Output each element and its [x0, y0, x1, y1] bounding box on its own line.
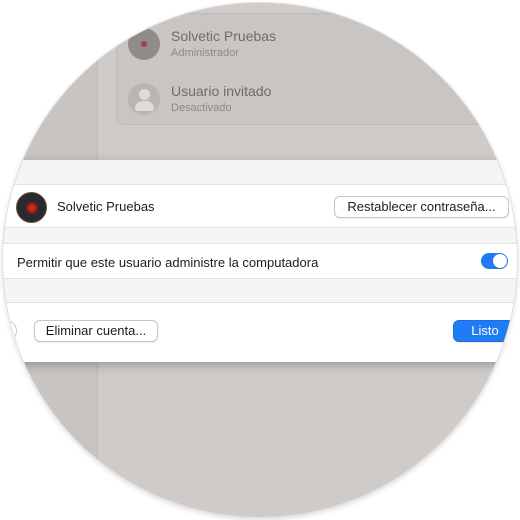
admin-permission-row: Permitir que este usuario administre la … — [3, 243, 517, 279]
done-button[interactable]: Listo — [453, 320, 517, 342]
guest-avatar-icon — [128, 83, 160, 115]
help-button[interactable]: ? — [3, 320, 17, 342]
avatar[interactable] — [16, 192, 47, 223]
reset-password-button[interactable]: Restablecer contraseña... — [334, 196, 509, 218]
avatar — [128, 28, 160, 60]
background-user-guest[interactable]: Usuario invitado Desactivado — [128, 83, 271, 115]
user-details-sheet: Solvetic Pruebas Restablecer contraseña.… — [3, 160, 517, 362]
user-row: Solvetic Pruebas Restablecer contraseña.… — [3, 184, 517, 228]
user-name: Solvetic Pruebas — [171, 28, 277, 44]
user-name: Usuario invitado — [171, 83, 272, 99]
background-user-admin[interactable]: Solvetic Pruebas Administrador — [128, 28, 276, 60]
delete-account-button[interactable]: Eliminar cuenta... — [34, 320, 158, 342]
admin-permission-label: Permitir que este usuario administre la … — [17, 255, 319, 270]
actions-row: ? Eliminar cuenta... Listo — [3, 302, 517, 362]
admin-permission-toggle[interactable] — [481, 253, 508, 269]
magnified-view: Solvetic Pruebas Administrador Usuario i… — [3, 3, 517, 517]
user-role: Desactivado — [171, 102, 232, 114]
user-name-label: Solvetic Pruebas — [57, 199, 155, 214]
user-role: Administrador — [171, 47, 239, 59]
